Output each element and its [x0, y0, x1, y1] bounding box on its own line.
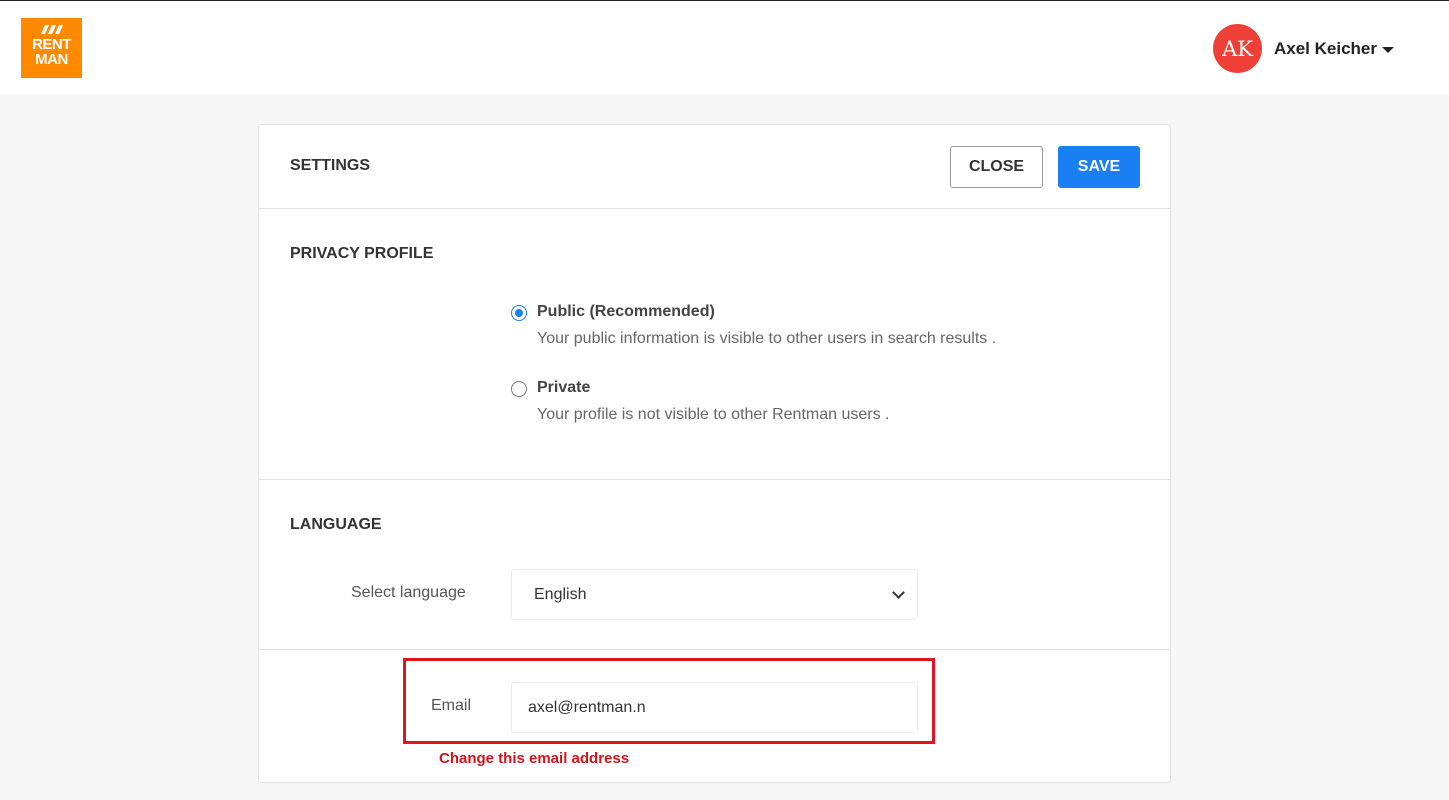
select-language-label: Select language	[351, 584, 466, 601]
top-bar: RENT MAN AK Axel Keicher	[0, 0, 1449, 94]
annotation-text: Change this email address	[439, 750, 630, 767]
annotation-highlight-box	[403, 658, 935, 744]
logo-text-line1: RENT	[32, 36, 71, 53]
avatar[interactable]: AK	[1213, 24, 1262, 73]
public-radio[interactable]	[511, 305, 527, 321]
user-name[interactable]: Axel Keicher	[1274, 39, 1377, 59]
public-option-label[interactable]: Public (Recommended)	[537, 303, 996, 321]
page-title: SETTINGS	[290, 157, 371, 174]
privacy-option-private[interactable]: Private Your profile is not visible to o…	[511, 379, 889, 424]
private-option-text: Private Your profile is not visible to o…	[537, 379, 889, 424]
public-option-text: Public (Recommended) Your public informa…	[537, 303, 996, 348]
rentman-logo-icon	[41, 25, 63, 34]
settings-header: SETTINGS CLOSE SAVE	[259, 125, 1170, 209]
language-selected-value: English	[534, 585, 587, 603]
close-button[interactable]: CLOSE	[950, 146, 1043, 188]
privacy-profile-title: PRIVACY PROFILE	[290, 245, 434, 262]
section-divider	[259, 479, 1170, 480]
private-option-label[interactable]: Private	[537, 379, 889, 397]
user-menu[interactable]: AK Axel Keicher	[1213, 24, 1394, 73]
chevron-down-icon	[892, 585, 905, 599]
private-option-description: Your profile is not visible to other Ren…	[537, 406, 890, 423]
rentman-logo[interactable]: RENT MAN	[21, 18, 82, 78]
logo-text-line2: MAN	[35, 51, 68, 68]
privacy-option-public[interactable]: Public (Recommended) Your public informa…	[511, 303, 996, 348]
private-radio[interactable]	[511, 381, 527, 397]
caret-down-icon[interactable]	[1382, 46, 1394, 53]
save-button[interactable]: SAVE	[1058, 146, 1140, 188]
public-option-description: Your public information is visible to ot…	[537, 330, 997, 347]
section-divider	[259, 649, 1170, 650]
language-select[interactable]: English	[511, 569, 918, 620]
language-title: LANGUAGE	[290, 516, 382, 533]
